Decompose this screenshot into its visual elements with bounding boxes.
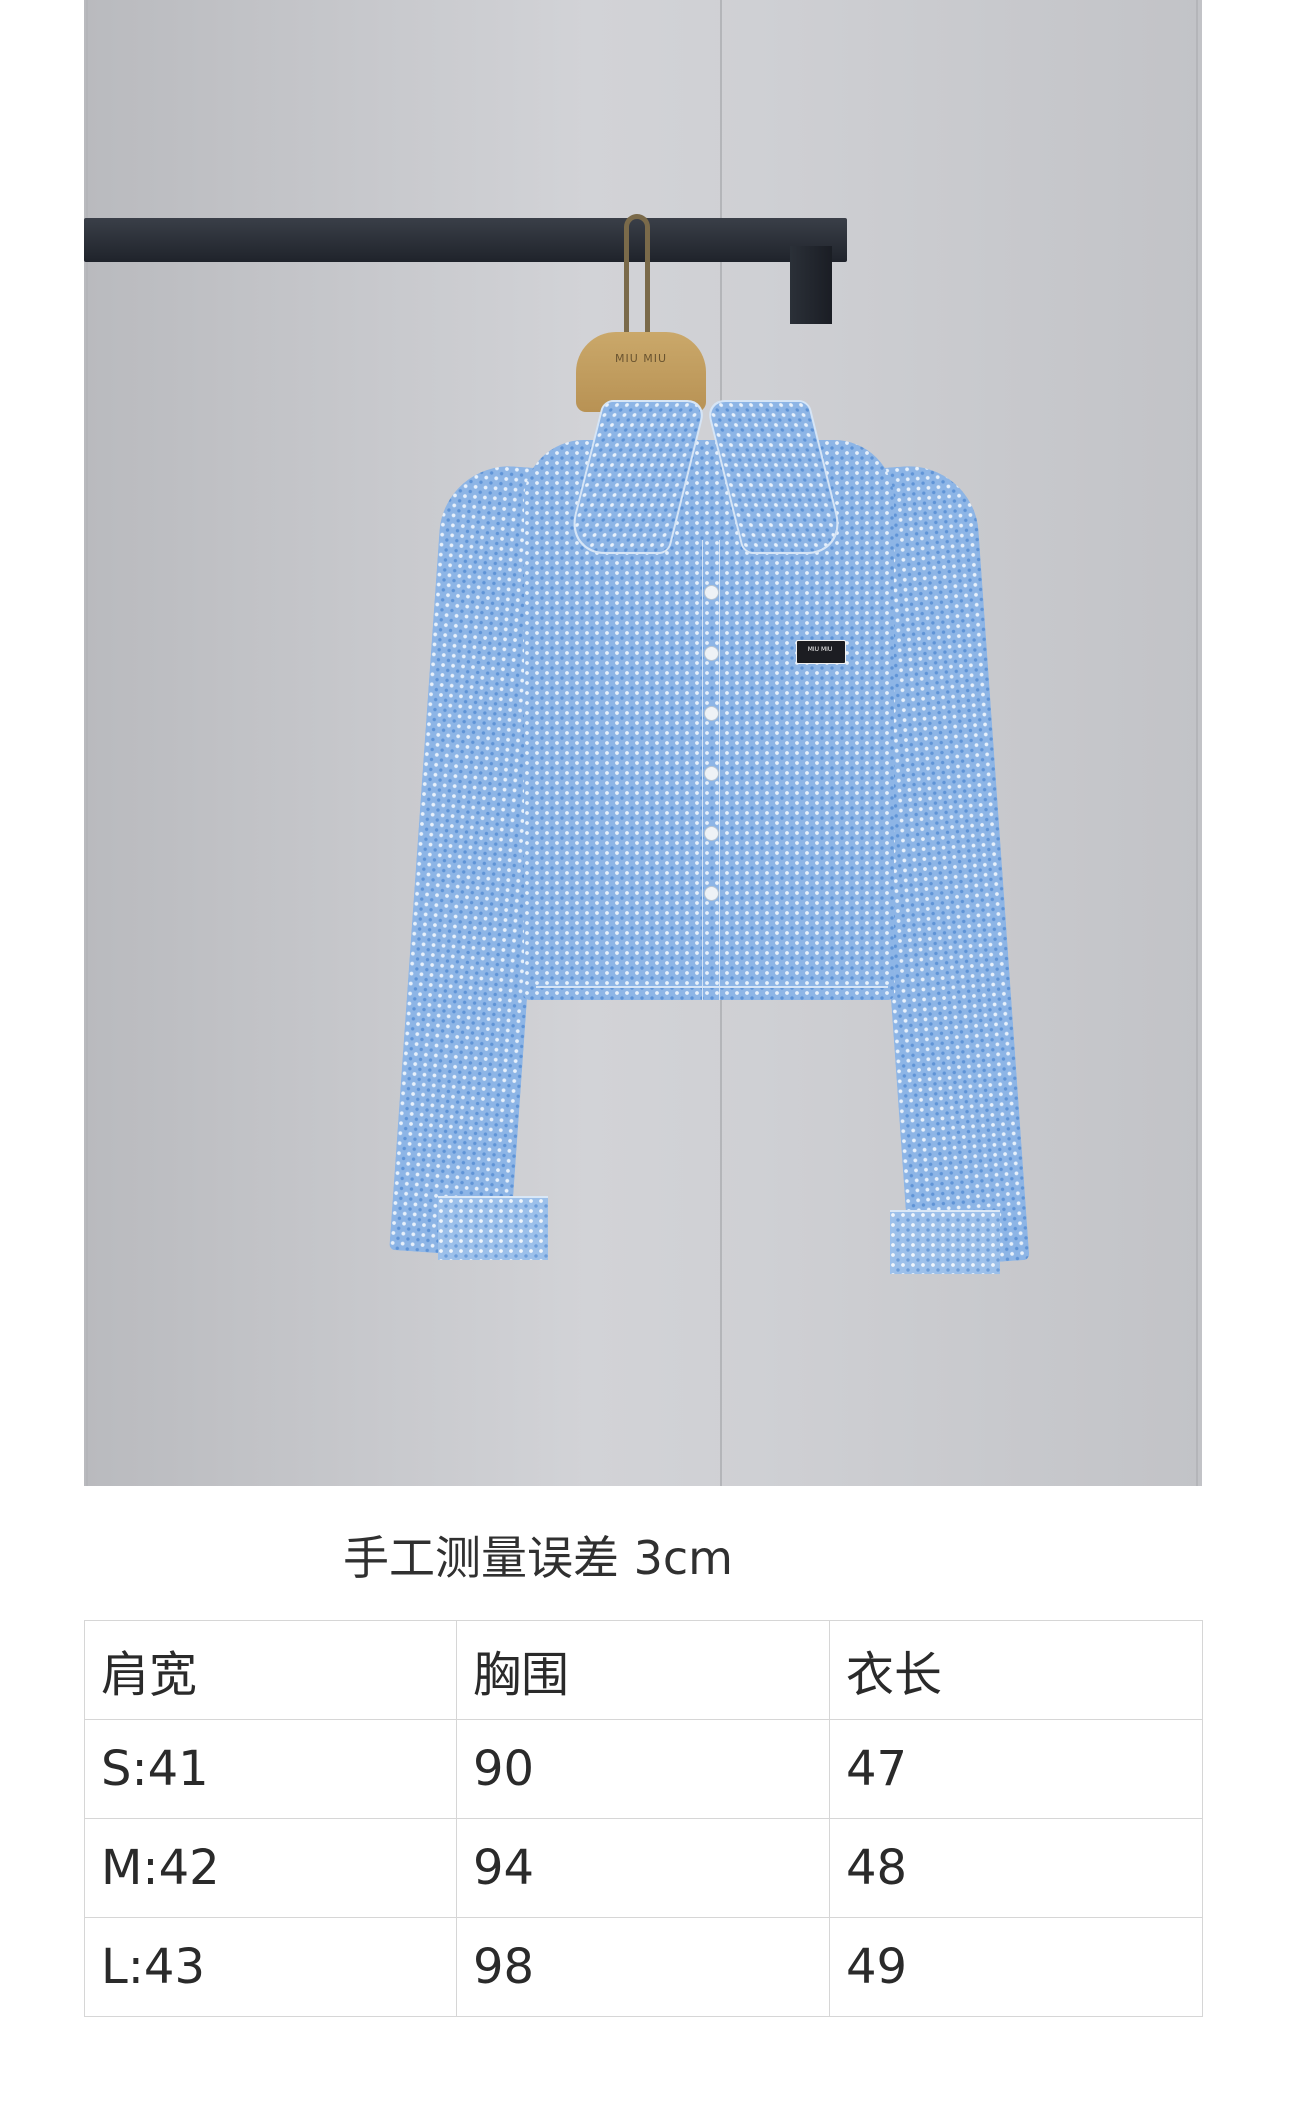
table-cell: 98 [456, 1917, 830, 2017]
shirt-hem [536, 986, 888, 1010]
table-cell: L:43 [84, 1917, 457, 2017]
hanger-brand-mark: MIU MIU [614, 352, 668, 365]
shirt-button [704, 706, 719, 721]
table-cell: 90 [456, 1719, 830, 1819]
clothing-rail [84, 218, 847, 262]
shirt-button [704, 585, 719, 600]
hanger-hook [624, 214, 650, 334]
shirt-right-cuff [890, 1210, 1000, 1274]
measurement-note: 手工测量误差 3cm [343, 1531, 733, 1585]
shirt-button [704, 886, 719, 901]
header-length: 衣长 [829, 1620, 1203, 1720]
table-cell: M:42 [84, 1818, 457, 1918]
shirt-button [704, 646, 719, 661]
product-photo: MIU MIU MIU MIU [84, 0, 1202, 1486]
size-chart-table: 肩宽 胸围 衣长 S:41 90 47 M:42 94 48 L:43 98 4… [84, 1620, 1203, 2017]
shirt-button [704, 766, 719, 781]
table-header-row: 肩宽 胸围 衣长 [84, 1620, 1203, 1720]
shirt-left-cuff [438, 1196, 548, 1260]
table-cell: 94 [456, 1818, 830, 1918]
header-shoulder-width: 肩宽 [84, 1620, 457, 1720]
table-cell: S:41 [84, 1719, 457, 1819]
table-row: M:42 94 48 [84, 1818, 1203, 1918]
header-chest: 胸围 [456, 1620, 830, 1720]
table-cell: 49 [829, 1917, 1203, 2017]
table-cell: 47 [829, 1719, 1203, 1819]
table-row: L:43 98 49 [84, 1917, 1203, 2017]
table-row: S:41 90 47 [84, 1719, 1203, 1819]
wall-panel-seam [1196, 0, 1198, 1486]
shirt-button [704, 826, 719, 841]
table-cell: 48 [829, 1818, 1203, 1918]
rail-bracket [790, 246, 832, 324]
brand-label-text: MIU MIU [807, 646, 833, 653]
